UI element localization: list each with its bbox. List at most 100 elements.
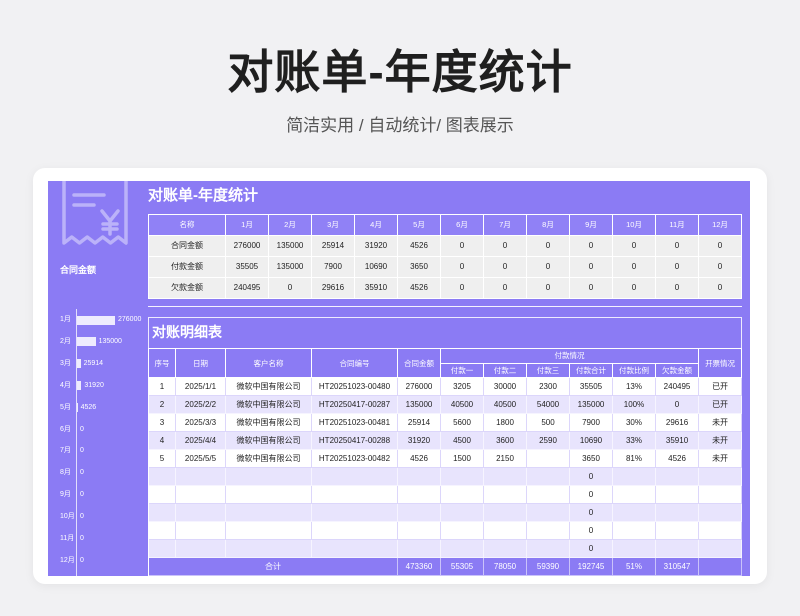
cell-payment-2[interactable]: [484, 486, 527, 504]
cell-date[interactable]: [176, 504, 226, 522]
cell-payment-total[interactable]: 10690: [570, 432, 613, 450]
cell-payment-ratio[interactable]: 81%: [613, 450, 656, 468]
total-payment-3[interactable]: 59390: [527, 558, 570, 576]
total-payment-total[interactable]: 192745: [570, 558, 613, 576]
cell-outstanding[interactable]: [656, 504, 700, 522]
summary-cell[interactable]: 35910: [355, 278, 398, 299]
cell-payment-total[interactable]: 3650: [570, 450, 613, 468]
cell-payment-1[interactable]: 4500: [441, 432, 484, 450]
cell-date[interactable]: 2025/5/5: [176, 450, 226, 468]
cell-customer[interactable]: [226, 540, 312, 558]
cell-payment-3[interactable]: 2590: [527, 432, 570, 450]
cell-payment-2[interactable]: [484, 540, 527, 558]
summary-cell[interactable]: 0: [441, 257, 484, 278]
cell-payment-total[interactable]: 135000: [570, 396, 613, 414]
cell-invoice-status[interactable]: [699, 468, 743, 486]
cell-payment-2[interactable]: 1800: [484, 414, 527, 432]
summary-cell[interactable]: 31920: [355, 236, 398, 257]
summary-cell[interactable]: 0: [613, 278, 656, 299]
cell-payment-total[interactable]: 7900: [570, 414, 613, 432]
cell-payment-1[interactable]: 40500: [441, 396, 484, 414]
cell-invoice-status[interactable]: 已开: [699, 378, 743, 396]
cell-contract-no[interactable]: HT20251023-00481: [312, 414, 398, 432]
cell-payment-total[interactable]: 0: [570, 468, 613, 486]
cell-customer[interactable]: 微软中国有限公司: [226, 432, 312, 450]
summary-cell[interactable]: 10690: [355, 257, 398, 278]
cell-outstanding[interactable]: [656, 486, 700, 504]
summary-cell[interactable]: 0: [527, 257, 570, 278]
cell-payment-3[interactable]: 500: [527, 414, 570, 432]
summary-cell[interactable]: 240495: [226, 278, 269, 299]
cell-payment-ratio[interactable]: 100%: [613, 396, 656, 414]
cell-date[interactable]: 2025/4/4: [176, 432, 226, 450]
summary-cell[interactable]: 0: [527, 236, 570, 257]
cell-customer[interactable]: [226, 468, 312, 486]
cell-index[interactable]: [149, 468, 176, 486]
cell-contract-amount[interactable]: 276000: [398, 378, 441, 396]
cell-outstanding[interactable]: 4526: [656, 450, 700, 468]
cell-index[interactable]: 5: [149, 450, 176, 468]
summary-cell[interactable]: 0: [484, 278, 527, 299]
cell-payment-3[interactable]: [527, 486, 570, 504]
cell-payment-ratio[interactable]: [613, 504, 656, 522]
cell-payment-3[interactable]: [527, 450, 570, 468]
summary-cell[interactable]: 0: [484, 236, 527, 257]
cell-contract-no[interactable]: [312, 540, 398, 558]
total-payment-2[interactable]: 78050: [484, 558, 527, 576]
cell-payment-3[interactable]: [527, 522, 570, 540]
cell-payment-3[interactable]: [527, 504, 570, 522]
cell-payment-ratio[interactable]: [613, 486, 656, 504]
cell-contract-amount[interactable]: [398, 540, 441, 558]
cell-payment-1[interactable]: [441, 504, 484, 522]
cell-contract-amount[interactable]: [398, 486, 441, 504]
cell-contract-amount[interactable]: [398, 522, 441, 540]
cell-outstanding[interactable]: 35910: [656, 432, 700, 450]
cell-outstanding[interactable]: 29616: [656, 414, 700, 432]
cell-payment-ratio[interactable]: 30%: [613, 414, 656, 432]
summary-cell[interactable]: 0: [527, 278, 570, 299]
summary-cell[interactable]: 0: [570, 236, 613, 257]
summary-cell[interactable]: 0: [613, 257, 656, 278]
summary-cell[interactable]: 0: [613, 236, 656, 257]
cell-payment-total[interactable]: 0: [570, 504, 613, 522]
cell-payment-total[interactable]: 35505: [570, 378, 613, 396]
cell-contract-amount[interactable]: 135000: [398, 396, 441, 414]
cell-payment-2[interactable]: [484, 504, 527, 522]
cell-payment-3[interactable]: 54000: [527, 396, 570, 414]
summary-cell[interactable]: 7900: [312, 257, 355, 278]
cell-payment-2[interactable]: [484, 468, 527, 486]
summary-cell[interactable]: 0: [570, 257, 613, 278]
summary-cell[interactable]: 0: [656, 236, 699, 257]
cell-payment-2[interactable]: [484, 522, 527, 540]
summary-cell[interactable]: 0: [656, 278, 699, 299]
cell-contract-amount[interactable]: 4526: [398, 450, 441, 468]
cell-date[interactable]: [176, 486, 226, 504]
cell-index[interactable]: 1: [149, 378, 176, 396]
summary-cell[interactable]: 276000: [226, 236, 269, 257]
summary-cell[interactable]: 0: [484, 257, 527, 278]
cell-customer[interactable]: [226, 486, 312, 504]
cell-payment-1[interactable]: [441, 540, 484, 558]
cell-payment-1[interactable]: [441, 522, 484, 540]
cell-outstanding[interactable]: [656, 540, 700, 558]
cell-date[interactable]: 2025/2/2: [176, 396, 226, 414]
cell-date[interactable]: 2025/3/3: [176, 414, 226, 432]
cell-contract-no[interactable]: HT20250417-00288: [312, 432, 398, 450]
cell-payment-3[interactable]: [527, 540, 570, 558]
cell-payment-1[interactable]: [441, 486, 484, 504]
cell-payment-2[interactable]: 2150: [484, 450, 527, 468]
summary-cell[interactable]: 0: [441, 278, 484, 299]
cell-payment-total[interactable]: 0: [570, 522, 613, 540]
cell-date[interactable]: [176, 468, 226, 486]
cell-customer[interactable]: [226, 504, 312, 522]
cell-outstanding[interactable]: 240495: [656, 378, 700, 396]
cell-contract-no[interactable]: HT20251023-00480: [312, 378, 398, 396]
cell-index[interactable]: [149, 522, 176, 540]
cell-payment-1[interactable]: 3205: [441, 378, 484, 396]
summary-cell[interactable]: 0: [699, 257, 742, 278]
cell-customer[interactable]: 微软中国有限公司: [226, 396, 312, 414]
cell-index[interactable]: [149, 540, 176, 558]
summary-cell[interactable]: 0: [656, 257, 699, 278]
total-payment-1[interactable]: 55305: [441, 558, 484, 576]
cell-contract-amount[interactable]: 31920: [398, 432, 441, 450]
